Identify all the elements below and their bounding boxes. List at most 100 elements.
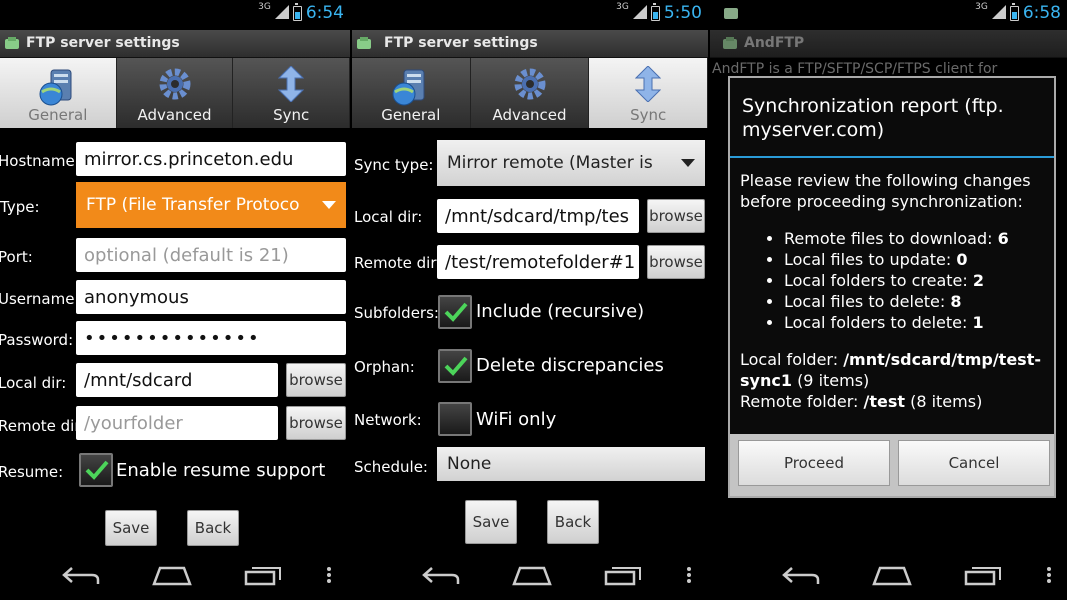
subfolders-checkbox[interactable] [438, 295, 472, 329]
orphan-checkbox-label: Delete discrepancies [476, 355, 664, 376]
wifi-only-checkbox[interactable] [438, 402, 472, 436]
local-dir-browse-button[interactable]: browse [286, 363, 346, 397]
back-icon[interactable] [422, 564, 460, 586]
network-type: 3G [258, 2, 271, 12]
status-bar: 3G 6:58 [710, 0, 1067, 30]
menu-icon[interactable] [686, 564, 692, 586]
list-item: Local files to delete: 8 [784, 291, 1046, 312]
hostname-input[interactable]: mirror.cs.princeton.edu [76, 142, 346, 176]
password-input[interactable]: •••••••••••••• [76, 321, 346, 355]
orphan-label: Orphan: [354, 358, 415, 376]
dialog-intro: Please review the following changes befo… [740, 171, 1031, 211]
home-icon[interactable] [872, 564, 912, 586]
back-button[interactable]: Back [547, 500, 599, 544]
resume-checkbox[interactable] [79, 453, 113, 487]
subfolders-checkbox-label: Include (recursive) [476, 301, 645, 322]
wifi-only-checkbox-label: WiFi only [476, 409, 557, 430]
network-label: Network: [354, 411, 422, 429]
tab-general[interactable]: General [0, 58, 117, 128]
app-icon [357, 37, 371, 49]
local-dir-input[interactable]: /mnt/sdcard/tmp/tes [437, 199, 639, 233]
local-dir-input[interactable]: /mnt/sdcard [76, 363, 278, 397]
tab-sync[interactable]: Sync [589, 58, 708, 128]
save-button[interactable]: Save [105, 510, 157, 546]
local-dir-browse-button[interactable]: browse [647, 199, 705, 233]
page-title: AndFTP [744, 35, 805, 51]
subfolders-label: Subfolders: [354, 304, 439, 322]
sync-arrows-icon [278, 66, 305, 102]
title-bar: FTP server settings [352, 30, 708, 58]
recent-apps-icon[interactable] [964, 564, 1002, 586]
screen-sync-report: 3G 6:58 AndFTP AndFTP is a FTP/SFTP/SCP/… [710, 0, 1067, 600]
sync-type-select[interactable]: Mirror remote (Master is [437, 140, 705, 186]
tab-advanced-label: Advanced [137, 106, 212, 124]
menu-icon[interactable] [326, 564, 332, 586]
resume-checkbox-label: Enable resume support [116, 460, 326, 481]
back-icon[interactable] [782, 564, 820, 586]
chevron-down-icon [681, 159, 695, 167]
sync-report-dialog: Synchronization report (ftp. myserver.co… [728, 76, 1056, 498]
cancel-button[interactable]: Cancel [898, 440, 1050, 486]
gear-icon [159, 68, 190, 100]
schedule-select[interactable]: None [437, 447, 705, 481]
tab-general[interactable]: General [352, 58, 471, 128]
signal-icon [991, 5, 1006, 19]
sync-arrows-icon [635, 66, 662, 102]
local-folder-count: (9 items) [797, 371, 870, 390]
change-label: Local folders to delete: [784, 313, 968, 332]
home-icon[interactable] [152, 564, 192, 586]
sync-type-value: Mirror remote (Master is [447, 153, 653, 173]
resume-label: Resume: [0, 463, 64, 481]
recent-apps-icon[interactable] [604, 564, 642, 586]
screen-general-settings: 3G 6:54 FTP server settings General Adva… [0, 0, 350, 600]
remote-folder-line: Remote folder: /test (8 items) [740, 391, 1046, 412]
navigation-bar [710, 552, 1067, 600]
signal-icon [632, 5, 647, 19]
change-value: 6 [997, 229, 1009, 248]
home-icon[interactable] [512, 564, 552, 586]
password-label: Password: [0, 331, 74, 349]
remote-dir-browse-button[interactable]: browse [647, 245, 705, 279]
list-item: Remote files to download: 6 [784, 228, 1046, 249]
menu-icon[interactable] [1046, 564, 1052, 586]
tab-general-label: General [28, 106, 88, 124]
gear-icon [514, 68, 545, 100]
network-type: 3G [616, 2, 629, 12]
app-icon [723, 37, 737, 49]
back-icon[interactable] [62, 564, 100, 586]
change-label: Remote files to download: [784, 229, 993, 248]
back-button[interactable]: Back [187, 510, 239, 546]
proceed-button[interactable]: Proceed [738, 440, 890, 486]
clock: 6:58 [1022, 3, 1061, 23]
save-button[interactable]: Save [465, 500, 517, 544]
tab-sync[interactable]: Sync [233, 58, 350, 128]
username-input[interactable]: anonymous [76, 280, 346, 314]
dialog-body: Please review the following changes befo… [740, 170, 1046, 412]
chevron-down-icon [322, 201, 336, 209]
tab-advanced[interactable]: Advanced [116, 58, 234, 128]
server-globe-icon [39, 69, 72, 106]
battery-icon [1009, 2, 1019, 21]
change-label: Local folders to create: [784, 271, 968, 290]
port-input[interactable]: optional (default is 21) [76, 238, 346, 272]
tab-advanced-label: Advanced [492, 106, 567, 124]
checkmark-icon [444, 356, 468, 376]
type-select[interactable]: FTP (File Transfer Protoco [76, 182, 346, 228]
remote-dir-label: Remote dir: [0, 417, 86, 435]
status-bar: 3G 5:50 [352, 0, 708, 30]
page-title: FTP server settings [384, 35, 538, 51]
sync-type-label: Sync type: [354, 156, 434, 174]
remote-dir-input[interactable]: /test/remotefolder#1 [437, 245, 639, 279]
tab-advanced[interactable]: Advanced [470, 58, 590, 128]
recent-apps-icon[interactable] [244, 564, 282, 586]
orphan-checkbox[interactable] [438, 349, 472, 383]
remote-folder-count: (8 items) [910, 392, 983, 411]
port-label: Port: [0, 248, 33, 266]
remote-dir-browse-button[interactable]: browse [286, 406, 346, 440]
change-label: Local files to delete: [784, 292, 946, 311]
status-bar: 3G 6:54 [0, 0, 350, 30]
title-bar: AndFTP [710, 30, 1067, 58]
notification-icon [724, 8, 738, 19]
tab-bar: General Advanced Sync [352, 58, 708, 128]
remote-dir-input[interactable]: /yourfolder [76, 406, 278, 440]
